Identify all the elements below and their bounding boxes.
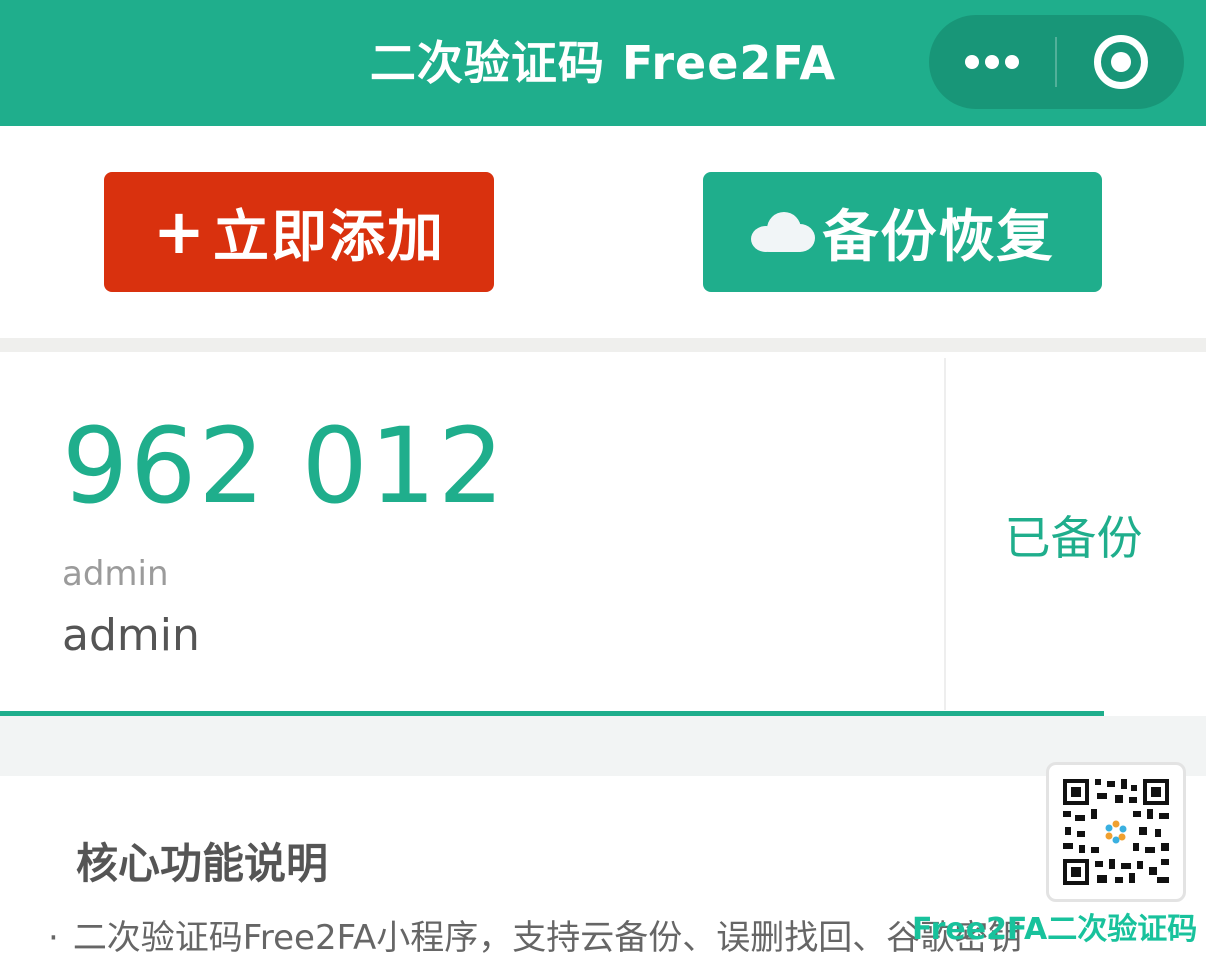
backup-status[interactable]: 已备份 (946, 502, 1201, 568)
issuer-label: admin (62, 554, 169, 594)
account-name: admin (62, 610, 200, 661)
feature-item: · 二次验证码Free2FA小程序，支持云备份、误删找回、谷歌密钥 (48, 910, 1022, 959)
action-bar: + 立即添加 备份恢复 (0, 126, 1206, 338)
bullet-icon: · (48, 918, 59, 958)
qr-code-icon (1061, 777, 1171, 887)
mini-program-capsule (929, 15, 1184, 109)
add-now-label: 立即添加 (212, 204, 445, 270)
section-band (0, 716, 1206, 776)
cloud-icon (750, 210, 815, 254)
otp-code[interactable]: 962 012 (62, 414, 506, 518)
backup-restore-label: 备份恢复 (822, 204, 1055, 270)
more-dots-icon[interactable] (957, 15, 1027, 109)
add-now-button[interactable]: + 立即添加 (104, 172, 494, 292)
features-title: 核心功能说明 (76, 839, 329, 888)
qr-code (1046, 762, 1186, 902)
backup-restore-button[interactable]: 备份恢复 (703, 172, 1102, 292)
navigation-bar: 二次验证码 Free2FA (0, 0, 1206, 126)
capsule-divider (1055, 37, 1057, 87)
feature-text: 二次验证码Free2FA小程序，支持云备份、误删找回、谷歌密钥 (72, 918, 1023, 958)
code-card[interactable]: 962 012 admin admin 已备份 (0, 352, 1206, 714)
plus-icon: + (153, 195, 207, 268)
watermark-text: Free2FA二次验证码 (912, 912, 1198, 947)
section-separator (0, 338, 1206, 352)
target-close-icon[interactable] (1094, 35, 1148, 89)
